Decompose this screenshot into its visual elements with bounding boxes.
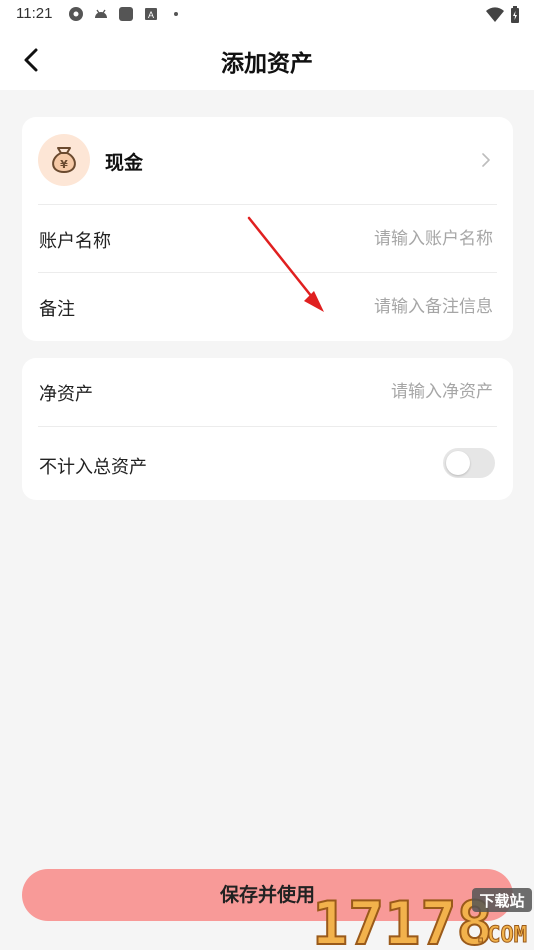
account-name-row: 账户名称 xyxy=(22,205,513,273)
page-title: 添加资产 xyxy=(221,51,313,77)
watermark-domain: .COM xyxy=(474,923,527,948)
watermark-tag: 下载站 xyxy=(479,892,524,910)
account-type-avatar: ¥ xyxy=(38,134,90,186)
toggle-knob xyxy=(446,451,470,475)
remark-input[interactable] xyxy=(271,291,495,323)
net-asset-row: 净资产 xyxy=(22,358,513,426)
wifi-icon xyxy=(486,7,504,23)
app-square-icon xyxy=(119,7,133,21)
status-right-icons xyxy=(486,6,520,24)
app-header: 添加资产 xyxy=(0,30,534,90)
aperture-icon xyxy=(69,7,83,21)
account-info-card: ¥ 现金 账户名称 备注 xyxy=(22,117,513,341)
android-icon xyxy=(95,9,107,18)
divider xyxy=(38,426,497,427)
status-bar: 11:21 A xyxy=(0,0,534,30)
net-asset-input[interactable] xyxy=(271,376,495,408)
exclude-total-toggle[interactable] xyxy=(443,448,495,478)
chevron-right-icon xyxy=(482,153,490,167)
status-time: 11:21 xyxy=(16,5,53,22)
watermark-number: 17178 xyxy=(312,889,493,950)
remark-row: 备注 xyxy=(22,273,513,341)
net-asset-label: 净资产 xyxy=(39,384,93,405)
dot-icon xyxy=(174,12,178,16)
exclude-total-label: 不计入总资产 xyxy=(39,457,147,478)
account-name-input[interactable] xyxy=(271,223,495,255)
svg-text:¥: ¥ xyxy=(60,158,68,171)
font-a-icon: A xyxy=(145,8,157,20)
money-bag-icon: ¥ xyxy=(52,147,76,173)
exclude-total-row: 不计入总资产 xyxy=(22,431,513,499)
asset-settings-card: 净资产 不计入总资产 xyxy=(22,358,513,500)
notification-icons: A xyxy=(68,6,184,22)
svg-text:A: A xyxy=(148,10,154,20)
site-watermark-logo: 17178 下载站 .COM xyxy=(311,888,532,950)
account-type-label: 现金 xyxy=(105,152,144,174)
account-name-label: 账户名称 xyxy=(39,231,111,252)
account-type-selector[interactable]: ¥ 现金 xyxy=(22,117,513,204)
battery-icon xyxy=(511,6,519,23)
remark-label: 备注 xyxy=(39,299,75,320)
